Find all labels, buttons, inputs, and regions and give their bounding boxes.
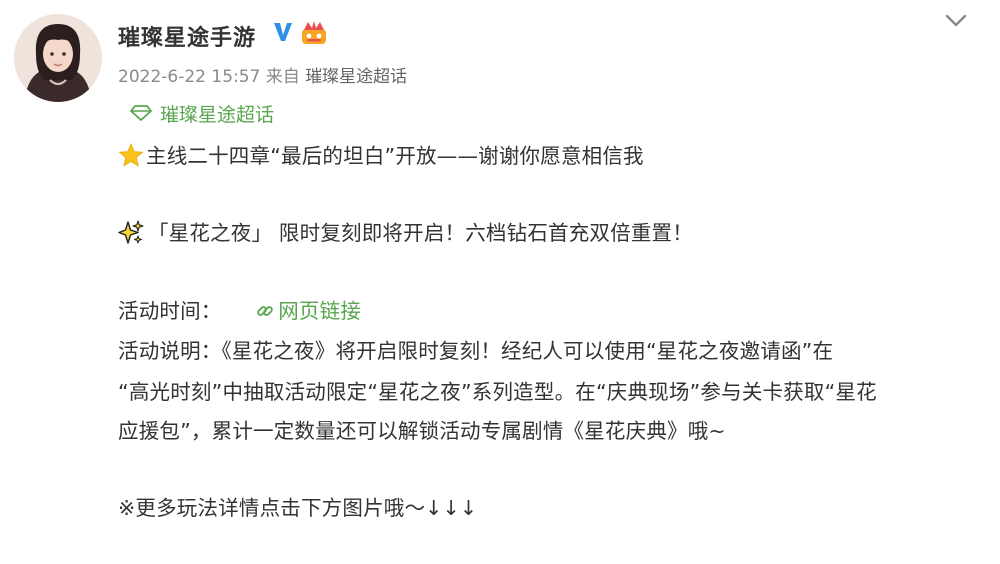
source-prefix: 来自 [265, 67, 300, 87]
star-emoji-icon [118, 143, 144, 167]
vip-crown-badge-icon[interactable] [299, 20, 329, 46]
chevron-down-icon[interactable] [944, 12, 968, 30]
username[interactable]: 璀璨星途手游 [118, 20, 256, 52]
post-source[interactable]: 璀璨星途超话 [305, 67, 407, 87]
web-link-label: 网页链接 [278, 299, 362, 323]
avatar[interactable] [14, 14, 102, 102]
super-topic-link[interactable]: 璀璨星途超话 [130, 98, 274, 128]
post-text-line: “高光时刻”中抽取活动限定“星花之夜”系列造型。在“庆典现场”参与关卡获取“星花 [118, 380, 877, 404]
web-link[interactable]: 网页链接 [256, 299, 361, 323]
weibo-post: 璀璨星途手游 2022-6-22 15:57 来自 璀璨星途超话 璀璨星途超话 … [0, 0, 1000, 564]
post-line-4: 活动说明：《星花之夜》将开启限时复刻！经纪人可以使用“星花之夜邀请函”在 [118, 334, 833, 364]
link-icon [257, 306, 274, 316]
verified-v-icon [274, 23, 292, 41]
avatar-image [14, 14, 102, 102]
super-topic-label: 璀璨星途超话 [160, 103, 275, 126]
post-line-1: 主线二十四章“最后的坦白”开放——谢谢你愿意相信我 [118, 139, 644, 169]
sparkle-emoji-icon [118, 220, 144, 244]
post-text-line: ※更多玩法详情点击下方图片哦～↓↓↓ [118, 496, 478, 520]
super-topic-diamond-icon [130, 105, 152, 121]
post-line-5: “高光时刻”中抽取活动限定“星花之夜”系列造型。在“庆典现场”参与关卡获取“星花 [118, 375, 877, 405]
post-line-7: ※更多玩法详情点击下方图片哦～↓↓↓ [118, 491, 477, 521]
post-line-2: 「星花之夜」 限时复刻即将开启！六档钻石首充双倍重置！ [118, 216, 693, 246]
post-text-line: 应援包”，累计一定数量还可以解锁活动专属剧情《星花庆典》哦~ [118, 419, 726, 443]
post-line-6: 应援包”，累计一定数量还可以解锁活动专属剧情《星花庆典》哦~ [118, 414, 726, 444]
post-meta: 2022-6-22 15:57 来自 璀璨星途超话 [118, 62, 407, 87]
post-text-line: 主线二十四章“最后的坦白”开放——谢谢你愿意相信我 [146, 144, 644, 168]
post-line-3: 活动时间： 网页链接 [118, 294, 361, 324]
activity-time-label: 活动时间： [118, 299, 222, 323]
post-timestamp[interactable]: 2022-6-22 15:57 [118, 67, 260, 87]
post-text-line: 活动说明：《星花之夜》将开启限时复刻！经纪人可以使用“星花之夜邀请函”在 [118, 339, 834, 363]
post-text-line: 「星花之夜」 限时复刻即将开启！六档钻石首充双倍重置！ [148, 221, 693, 245]
